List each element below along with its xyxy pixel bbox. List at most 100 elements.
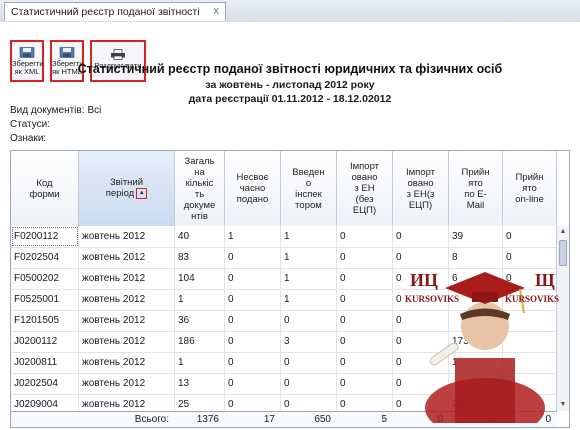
col-received-online[interactable]: Прийн ято on-line — [503, 151, 557, 226]
cell-email: 6 — [449, 268, 503, 289]
cell-import-sign: 0 — [393, 331, 449, 352]
cell-form-code: F0500202 — [11, 268, 79, 289]
report-title: Статистичний реєстр поданої звітності юр… — [77, 62, 503, 76]
cell-total-docs: 13 — [175, 373, 225, 394]
toolbar: Зберегти як XML Зберегти як HTML Роздрук… — [0, 22, 580, 82]
col-label: Код — [36, 177, 53, 189]
cell-total-docs: 1 — [175, 352, 225, 373]
col-total-docs[interactable]: Загаль на кількіс ть докуме нтів — [175, 151, 225, 226]
total-email: 721 — [480, 414, 497, 425]
signs-label: Ознаки: — [10, 133, 47, 144]
cell-online — [503, 373, 557, 394]
col-received-email[interactable]: Прийн ято по E- Mail — [449, 151, 503, 226]
total-docs: 1376 — [196, 414, 219, 425]
cell-import-no-sign: 0 — [337, 352, 393, 373]
scroll-down-icon[interactable]: ▼ — [557, 399, 569, 411]
cell-email — [449, 310, 503, 331]
cell-late: 0 — [225, 394, 281, 411]
col-form-code[interactable]: Код форми — [11, 151, 79, 226]
grid-header: Код форми Звітний період ▲ Загаль на кількіс т… — [11, 151, 557, 227]
statuses-label: Статуси: — [10, 119, 50, 130]
col-label: з ЕН — [354, 183, 375, 194]
cell-total-docs: 40 — [175, 226, 225, 247]
cell-total-docs: 186 — [175, 331, 225, 352]
cell-total-docs: 83 — [175, 247, 225, 268]
col-label: Прийн — [461, 166, 490, 178]
col-label: період — [105, 188, 135, 200]
cell-inspector: 0 — [281, 352, 337, 373]
cell-late: 0 — [225, 247, 281, 268]
cell-online — [503, 331, 557, 352]
floppy-disk-icon — [59, 47, 75, 58]
cell-form-code: J0202504 — [11, 373, 79, 394]
col-entered-by-inspector[interactable]: Введен о інспек тором — [281, 151, 337, 226]
filter-doc-type: Вид документів: Всі — [10, 105, 101, 116]
col-label: Звітний — [109, 177, 144, 189]
cell-email: 1 — [449, 352, 503, 373]
doc-type-label: Вид документів: — [10, 105, 85, 116]
cell-report-period: жовтень 2012 — [79, 268, 175, 289]
col-label: докуме — [183, 199, 216, 211]
cell-report-period: жовтень 2012 — [79, 331, 175, 352]
report-grid: Код форми Звітний період ▲ Загаль на кількіс т… — [10, 150, 570, 428]
tab-title: Статистичний реєстр поданої звітності — [11, 6, 200, 18]
table-row[interactable]: J0200811 жовтень 2012 1 0 0 0 0 1 — [11, 352, 557, 374]
sort-ascending-icon[interactable]: ▲ — [136, 188, 148, 200]
cell-late: 0 — [225, 373, 281, 394]
col-label: ято — [468, 177, 483, 189]
col-label: тором — [295, 199, 322, 211]
cell-email — [449, 289, 503, 310]
col-late[interactable]: Несвоє часно подано — [225, 151, 281, 226]
table-row[interactable]: J0202504 жовтень 2012 13 0 0 0 0 — [11, 373, 557, 395]
col-label: о — [305, 177, 312, 189]
cell-late: 0 — [225, 331, 281, 352]
table-row[interactable]: J0209004 жовтень 2012 25 0 0 0 0 24 — [11, 394, 557, 411]
floppy-disk-icon — [19, 47, 35, 58]
cell-report-period: жовтень 2012 — [79, 310, 175, 331]
table-row[interactable]: J0200112 жовтень 2012 186 0 3 0 0 173 — [11, 331, 557, 353]
total-late: 17 — [263, 414, 275, 425]
table-row[interactable]: F1201505 жовтень 2012 36 0 0 0 0 — [11, 310, 557, 332]
col-label: ть — [194, 188, 205, 200]
tab-bar: Статистичний реєстр поданої звітності x — [0, 0, 580, 23]
table-row[interactable]: F0200112 жовтень 2012 40 1 1 0 0 39 0 — [11, 226, 557, 248]
cell-late: 0 — [225, 310, 281, 331]
col-report-period[interactable]: Звітний період ▲ — [79, 151, 175, 226]
grid-body: F0200112 жовтень 2012 40 1 1 0 0 39 0 F0202504 жов… — [11, 226, 557, 411]
cell-import-sign: 0 — [393, 394, 449, 411]
cell-inspector: 0 — [281, 394, 337, 411]
cell-email: 39 — [449, 226, 503, 247]
cell-import-no-sign: 0 — [337, 373, 393, 394]
col-label: ЕЦП) — [408, 199, 433, 211]
col-imported-no-sign[interactable]: Імпорт овано з ЕН (без ЕЦП) — [337, 151, 393, 226]
grid-totals-row: Всього: 1376 17 650 5 0 721 0 — [11, 411, 557, 427]
vertical-scrollbar[interactable]: ▲ ▼ — [556, 226, 569, 411]
tab-close-icon[interactable]: x — [214, 5, 220, 17]
cell-online: 0 — [503, 268, 557, 289]
col-label: on-line — [515, 194, 544, 205]
cell-total-docs: 1 — [175, 289, 225, 310]
table-row[interactable]: F0202504 жовтень 2012 83 0 1 0 0 8 0 — [11, 247, 557, 269]
cell-inspector: 1 — [281, 226, 337, 247]
col-imported-with-sign[interactable]: Імпорт овано з ЕН(з ЕЦП) — [393, 151, 449, 226]
col-label: Введен — [292, 166, 325, 178]
report-dates: дата реєстрації 01.11.2012 - 18.12.02012 — [188, 93, 392, 105]
col-label: інспек — [295, 188, 322, 200]
cell-online — [503, 394, 557, 411]
cell-import-no-sign: 0 — [337, 310, 393, 331]
cell-inspector: 1 — [281, 268, 337, 289]
cell-email: 24 — [449, 394, 503, 411]
col-label: подано — [236, 194, 269, 205]
table-row[interactable]: F0500202 жовтень 2012 104 0 1 0 0 6 0 — [11, 268, 557, 290]
col-label: форми — [29, 188, 60, 200]
tab-stat-registry[interactable]: Статистичний реєстр поданої звітності x — [4, 2, 226, 21]
totals-label: Всього: — [134, 414, 169, 425]
cell-inspector: 1 — [281, 289, 337, 310]
report-period: за жовтень - листопад 2012 року — [205, 79, 375, 91]
scroll-thumb[interactable] — [559, 240, 567, 266]
filter-signs: Ознаки: — [10, 133, 46, 144]
table-row[interactable]: F0525001 жовтень 2012 1 0 1 0 0 — [11, 289, 557, 311]
cell-inspector: 3 — [281, 331, 337, 352]
col-label: часно — [239, 183, 266, 194]
scroll-up-icon[interactable]: ▲ — [557, 226, 569, 238]
